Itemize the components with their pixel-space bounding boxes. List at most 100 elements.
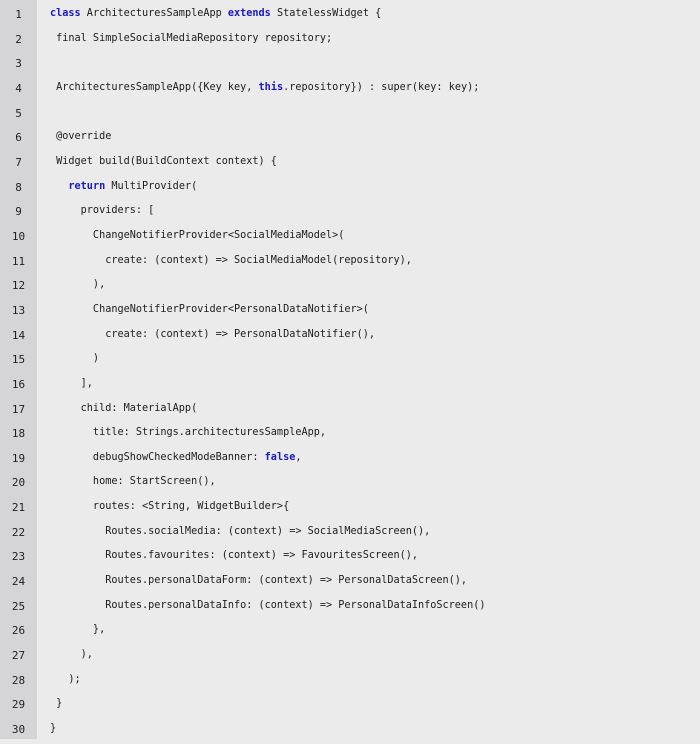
code-line[interactable]: 15 ) (0, 349, 700, 374)
code-token: Routes.personalDataForm: (context) => Pe… (50, 575, 468, 587)
code-line[interactable]: 3 (0, 53, 700, 78)
code-text: ], (50, 378, 93, 389)
code-text: } (50, 698, 62, 709)
code-token: StatelessWidget { (270, 8, 382, 19)
code-text: ), (50, 279, 105, 290)
line-number: 29 (11, 698, 26, 712)
code-line[interactable]: 14 create: (context) => PersonalDataNoti… (0, 325, 700, 350)
code-token: @override (50, 131, 112, 143)
code-line[interactable]: 30} (0, 719, 700, 744)
line-number: 6 (15, 131, 22, 145)
code-text: routes: <String, WidgetBuilder>{ (50, 501, 289, 512)
code-token: routes: <String, WidgetBuilder>{ (50, 501, 290, 513)
line-number: 25 (11, 599, 26, 613)
code-text: return MultiProvider( (50, 181, 197, 192)
code-line[interactable]: 27 ), (0, 645, 700, 670)
code-text: ChangeNotifierProvider<SocialMediaModel>… (50, 230, 344, 241)
code-line[interactable]: 10 ChangeNotifierProvider<SocialMediaMod… (0, 226, 700, 251)
code-text: Routes.favourites: (context) => Favourit… (50, 550, 418, 561)
code-token: ArchitecturesSampleApp (80, 8, 228, 19)
code-line[interactable]: 22 Routes.socialMedia: (context) => Soci… (0, 522, 700, 547)
code-line[interactable]: 24 Routes.personalDataForm: (context) =>… (0, 571, 700, 596)
code-text: Routes.socialMedia: (context) => SocialM… (50, 526, 430, 537)
line-number: 2 (15, 32, 22, 46)
code-text: debugShowCheckedModeBanner: false, (50, 451, 302, 463)
code-token: } (50, 723, 57, 735)
line-number: 10 (11, 229, 26, 243)
line-number: 19 (11, 451, 26, 465)
code-line[interactable]: 21 routes: <String, WidgetBuilder>{ (0, 497, 700, 522)
code-text: Routes.personalDataInfo: (context) => Pe… (50, 600, 485, 611)
code-line[interactable]: 1 class ArchitecturesSampleApp extends St… (0, 4, 700, 29)
keyword-token: this (258, 81, 284, 93)
line-number: 5 (15, 106, 22, 120)
code-token: child: MaterialApp( (50, 402, 198, 414)
code-text: @override (50, 131, 111, 142)
line-number: 22 (11, 525, 26, 539)
line-number: 28 (11, 673, 26, 687)
code-line[interactable]: 16 ], (0, 374, 700, 399)
line-number: 14 (11, 328, 26, 342)
keyword-token: class (50, 8, 81, 19)
line-number: 23 (11, 550, 26, 564)
code-line[interactable]: 6 @override (0, 127, 700, 152)
code-line[interactable]: 8 return MultiProvider( (0, 177, 700, 202)
code-line[interactable]: 9 providers: [ (0, 201, 700, 226)
code-text: ChangeNotifierProvider<PersonalDataNotif… (50, 304, 369, 315)
code-token: , (295, 451, 302, 463)
code-text: Routes.personalDataForm: (context) => Pe… (50, 575, 467, 586)
code-line[interactable]: 28 ); (0, 670, 700, 695)
line-number: 30 (11, 723, 26, 737)
line-number: 26 (11, 624, 26, 638)
code-token: home: StartScreen(), (50, 476, 216, 488)
code-token: .repository}) : super(key: key); (283, 81, 480, 93)
code-line[interactable]: 23 Routes.favourites: (context) => Favou… (0, 546, 700, 571)
line-number: 12 (11, 279, 26, 293)
line-number: 13 (11, 303, 26, 317)
line-number: 1 (15, 8, 22, 21)
line-number: 20 (11, 476, 26, 490)
code-token: ) (50, 353, 100, 365)
code-line[interactable]: 13 ChangeNotifierProvider<PersonalDataNo… (0, 300, 700, 325)
code-line[interactable]: 20 home: StartScreen(), (0, 472, 700, 497)
code-line[interactable]: 17 child: MaterialApp( (0, 399, 700, 424)
code-token: ], (50, 377, 93, 389)
line-number: 21 (11, 501, 26, 515)
keyword-token: extends (227, 8, 271, 19)
code-token: ); (50, 673, 81, 685)
keyword-token: return (68, 180, 106, 192)
code-line[interactable]: 11 create: (context) => SocialMediaModel… (0, 251, 700, 276)
code-token: providers: [ (50, 205, 155, 217)
code-line[interactable]: 18 title: Strings.architecturesSampleApp… (0, 423, 700, 448)
code-line[interactable]: 26 }, (0, 620, 700, 645)
code-token: ), (50, 649, 93, 661)
code-line[interactable]: 29 } (0, 694, 700, 719)
code-line[interactable]: 2 final SimpleSocialMediaRepository repo… (0, 29, 700, 54)
line-number: 27 (11, 649, 26, 663)
code-line[interactable]: 25 Routes.personalDataInfo: (context) =>… (0, 596, 700, 621)
code-area[interactable]: 1 class ArchitecturesSampleApp extends St… (0, 4, 700, 744)
code-token: ), (50, 279, 106, 291)
line-number: 3 (15, 57, 22, 71)
code-text: ) (50, 353, 99, 364)
line-number: 18 (11, 427, 26, 441)
line-number: 4 (15, 81, 22, 95)
code-text: }, (50, 624, 105, 635)
code-text: create: (context) => PersonalDataNotifie… (50, 329, 375, 340)
code-line[interactable]: 12 ), (0, 275, 700, 300)
line-number: 7 (15, 155, 22, 169)
code-editor[interactable]: 1 class ArchitecturesSampleApp extends St… (0, 0, 700, 739)
code-text: Widget build(BuildContext context) { (50, 156, 277, 167)
line-number: 17 (11, 402, 26, 416)
code-line[interactable]: 7 Widget build(BuildContext context) { (0, 152, 700, 177)
code-line[interactable]: 5 (0, 103, 700, 128)
code-token: Widget build(BuildContext context) { (50, 155, 277, 167)
code-line[interactable]: 4 ArchitecturesSampleApp({Key key, this.… (0, 78, 700, 103)
code-line[interactable]: 19 debugShowCheckedModeBanner: false, (0, 448, 700, 473)
code-token: }, (50, 624, 106, 636)
line-number: 24 (11, 575, 26, 589)
code-text: child: MaterialApp( (50, 402, 198, 414)
code-token: title: Strings.architecturesSampleApp, (50, 427, 327, 439)
line-number: 16 (11, 377, 26, 391)
code-token: debugShowCheckedModeBanner: (50, 451, 265, 463)
